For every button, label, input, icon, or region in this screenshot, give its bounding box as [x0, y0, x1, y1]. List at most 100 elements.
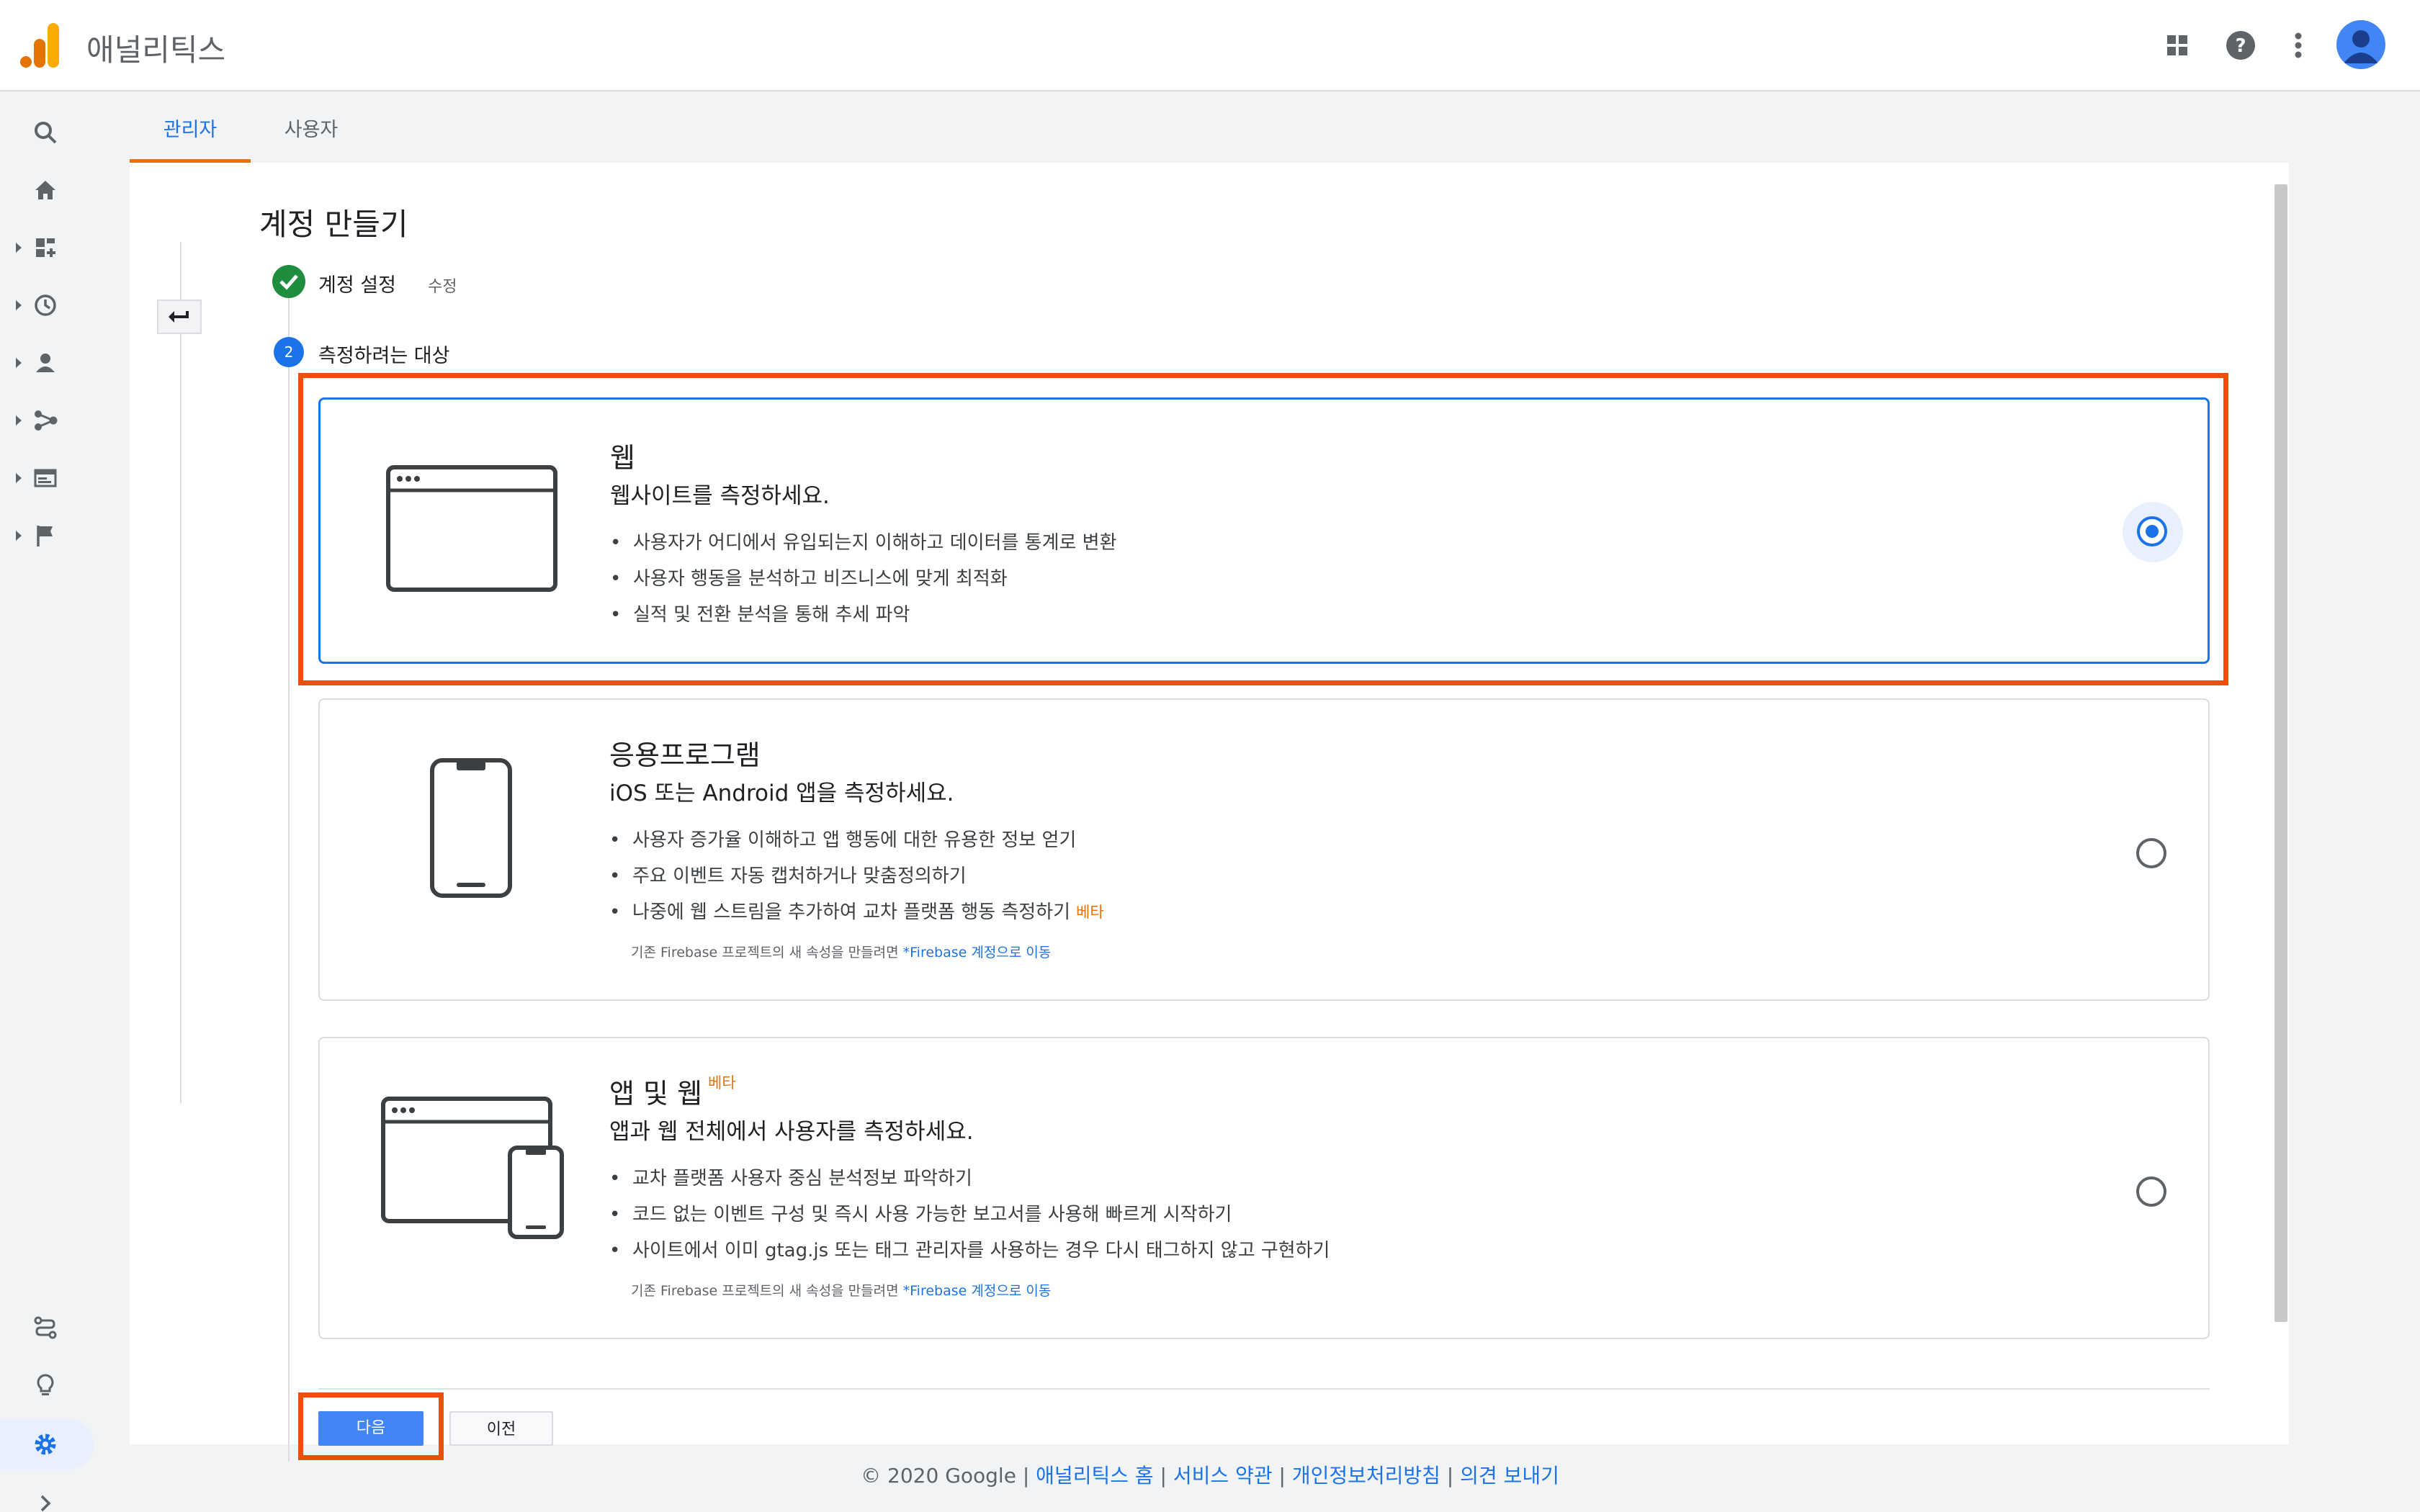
option-app-web-title-row: 앱 및 웹 베타	[609, 1071, 736, 1111]
beta-badge: 베타	[708, 1074, 736, 1092]
previous-button[interactable]: 이전	[449, 1411, 553, 1446]
list-item: 사이트에서 이미 gtag.js 또는 태그 관리자를 사용하는 경우 다시 태…	[609, 1233, 1330, 1269]
browser-and-phone-icon	[381, 1097, 564, 1239]
svg-text:?: ?	[2235, 35, 2246, 57]
customization-icon	[36, 238, 55, 257]
firebase-note-text: 기존 Firebase 프로젝트의 새 속성을 만들려면	[631, 945, 903, 960]
footer-link-analytics-home[interactable]: 애널리틱스 홈	[1036, 1464, 1153, 1488]
search-icon	[35, 122, 57, 144]
list-item-text: 나중에 웹 스트림을 추가하여 교차 플랫폼 행동 측정하기	[632, 901, 1071, 923]
nav-audience[interactable]	[0, 338, 97, 388]
nav-conversions[interactable]	[0, 510, 97, 561]
option-app-subtitle: iOS 또는 Android 앱을 측정하세요.	[609, 780, 954, 806]
realtime-icon	[35, 294, 56, 316]
nav-acquisition[interactable]	[0, 395, 97, 446]
expand-arrow-icon	[16, 473, 22, 483]
expand-arrow-icon	[16, 415, 22, 426]
analytics-logo-icon[interactable]	[20, 22, 60, 69]
footer-copyright: © 2020 Google |	[861, 1464, 1036, 1488]
firebase-note-text: 기존 Firebase 프로젝트의 새 속성을 만들려면	[631, 1283, 903, 1299]
nav-insights[interactable]	[0, 1360, 97, 1410]
firebase-note: 기존 Firebase 프로젝트의 새 속성을 만들려면 *Firebase 계…	[631, 942, 1051, 961]
nav-home[interactable]	[0, 165, 97, 215]
radio-app-web[interactable]	[2136, 1176, 2166, 1207]
step-complete-check-icon	[272, 265, 305, 298]
nav-behavior[interactable]	[0, 453, 97, 503]
radio-app[interactable]	[2136, 838, 2166, 868]
behavior-icon	[34, 469, 57, 487]
firebase-note: 기존 Firebase 프로젝트의 새 속성을 만들려면 *Firebase 계…	[631, 1280, 1051, 1300]
nav-search[interactable]	[0, 107, 97, 158]
stepper-line	[288, 295, 290, 1462]
option-card-web[interactable]: 웹 웹사이트를 측정하세요. 사용자가 어디에서 유입되는지 이해하고 데이터를…	[318, 397, 2210, 664]
footer-separator: |	[1272, 1464, 1292, 1488]
conversions-icon	[37, 526, 53, 546]
list-item: 실적 및 전환 분석을 통해 추세 파악	[610, 597, 1117, 633]
nav-customization[interactable]	[0, 222, 97, 273]
radio-web[interactable]	[2137, 516, 2167, 546]
expand-arrow-icon	[16, 300, 22, 310]
scrollbar[interactable]	[2275, 184, 2287, 1322]
home-icon	[35, 181, 55, 199]
step2-label: 측정하려는 대상	[318, 345, 450, 367]
list-item: 사용자 증가율 이해하고 앱 행동에 대한 유용한 정보 얻기	[609, 822, 1104, 858]
browser-window-icon	[386, 465, 557, 592]
tab-user[interactable]: 사용자	[251, 101, 372, 163]
footer-separator: |	[1153, 1464, 1173, 1488]
side-divider	[180, 242, 182, 1103]
top-header: 애널리틱스 ?	[0, 0, 2420, 91]
back-button[interactable]	[157, 300, 202, 334]
list-item: 나중에 웹 스트림을 추가하여 교차 플랫폼 행동 측정하기 베타	[609, 894, 1104, 930]
footer: © 2020 Google | 애널리틱스 홈 | 서비스 약관 | 개인정보처…	[0, 1460, 2420, 1489]
app-title: 애널리틱스	[86, 32, 226, 68]
account-avatar[interactable]	[2336, 20, 2385, 69]
option-web-subtitle: 웹사이트를 측정하세요.	[610, 483, 830, 509]
expand-arrow-icon	[16, 531, 22, 541]
left-navigation	[0, 93, 97, 1512]
audience-icon	[36, 354, 55, 372]
list-item: 사용자가 어디에서 유입되는지 이해하고 데이터를 통계로 변환	[610, 525, 1117, 561]
firebase-link[interactable]: *Firebase 계정으로 이동	[903, 1283, 1052, 1299]
step1-label: 계정 설정	[318, 274, 396, 297]
footer-separator: |	[1440, 1464, 1461, 1488]
option-card-app-web[interactable]: 앱 및 웹 베타 앱과 웹 전체에서 사용자를 측정하세요. 교차 플랫폼 사용자…	[318, 1037, 2210, 1339]
step1-edit-link[interactable]: 수정	[428, 274, 457, 297]
expand-arrow-icon	[16, 243, 22, 253]
acquisition-icon	[35, 410, 58, 431]
admin-gear-icon	[35, 1434, 56, 1455]
list-item: 교차 플랫폼 사용자 중심 분석정보 파악하기	[609, 1161, 1330, 1197]
footer-link-feedback[interactable]: 의견 보내기	[1460, 1464, 1559, 1488]
step2-number-badge: 2	[274, 337, 304, 367]
next-button[interactable]: 다음	[318, 1411, 424, 1446]
option-app-title: 응용프로그램	[609, 739, 761, 771]
expand-arrow-icon	[16, 358, 22, 368]
option-web-bullets: 사용자가 어디에서 유입되는지 이해하고 데이터를 통계로 변환 사용자 행동을…	[610, 525, 1117, 633]
account-icon	[2344, 30, 2378, 63]
option-card-app[interactable]: 응용프로그램 iOS 또는 Android 앱을 측정하세요. 사용자 증가율 …	[318, 698, 2210, 1001]
beta-badge: 베타	[1076, 904, 1104, 921]
option-app-bullets: 사용자 증가율 이해하고 앱 행동에 대한 유용한 정보 얻기 주요 이벤트 자…	[609, 822, 1104, 930]
nav-realtime[interactable]	[0, 280, 97, 330]
footer-link-privacy[interactable]: 개인정보처리방침	[1292, 1464, 1440, 1488]
attribution-icon	[34, 1316, 57, 1339]
tab-admin[interactable]: 관리자	[130, 101, 251, 163]
phone-icon	[430, 758, 512, 898]
expand-icon	[40, 1495, 51, 1512]
more-vert-icon[interactable]	[2279, 26, 2318, 65]
option-app-web-subtitle: 앱과 웹 전체에서 사용자를 측정하세요.	[609, 1119, 974, 1145]
list-item: 주요 이벤트 자동 캡처하거나 맞춤정의하기	[609, 858, 1104, 894]
option-app-web-title: 앱 및 웹	[609, 1078, 703, 1110]
firebase-link[interactable]: *Firebase 계정으로 이동	[903, 945, 1052, 960]
option-web-title: 웹	[610, 442, 635, 474]
option-app-web-bullets: 교차 플랫폼 사용자 중심 분석정보 파악하기 코드 없는 이벤트 구성 및 즉…	[609, 1161, 1330, 1269]
insights-icon	[37, 1374, 54, 1395]
list-item: 코드 없는 이벤트 구성 및 즉시 사용 가능한 보고서를 사용해 빠르게 시작…	[609, 1197, 1330, 1233]
list-item: 사용자 행동을 분석하고 비즈니스에 맞게 최적화	[610, 561, 1117, 597]
footer-link-terms[interactable]: 서비스 약관	[1173, 1464, 1273, 1488]
back-arrow-icon	[169, 311, 189, 323]
page-title: 계정 만들기	[259, 207, 408, 242]
help-icon[interactable]: ?	[2221, 26, 2260, 65]
divider	[318, 1388, 2210, 1390]
nav-attribution[interactable]	[0, 1302, 97, 1353]
apps-grid-icon[interactable]	[2158, 26, 2197, 65]
